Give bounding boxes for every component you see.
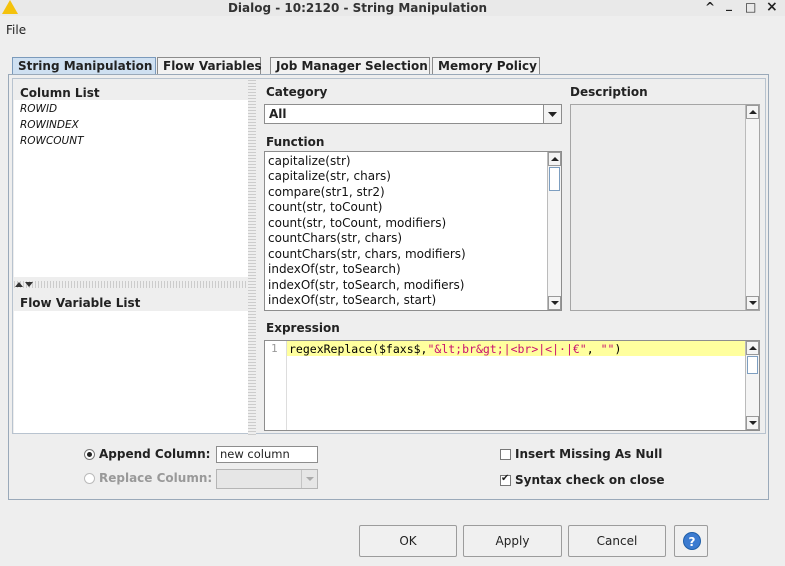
chevron-down-icon[interactable]	[301, 470, 317, 488]
syntax-check-checkbox[interactable]	[500, 473, 511, 486]
flow-variable-list-label: Flow Variable List	[20, 296, 141, 310]
function-scrollbar[interactable]	[547, 152, 561, 310]
vertical-splitter[interactable]	[248, 80, 256, 435]
list-item[interactable]: countChars(str, chars, modifiers)	[268, 247, 466, 261]
scroll-thumb[interactable]	[549, 167, 560, 191]
append-column-radio[interactable]	[84, 449, 95, 460]
tab-flow-variables[interactable]: Flow Variables	[157, 57, 262, 75]
function-label: Function	[266, 135, 325, 149]
append-column-input[interactable]: new column	[216, 446, 318, 463]
scroll-down-icon[interactable]	[548, 296, 561, 310]
scroll-up-icon[interactable]	[746, 105, 759, 119]
line-gutter: 1	[265, 341, 287, 430]
column-list[interactable]: ROWID ROWINDEX ROWCOUNT	[14, 100, 248, 277]
cancel-button[interactable]: Cancel	[568, 525, 666, 557]
shade-icon[interactable]: ^	[705, 0, 715, 15]
list-item[interactable]: capitalize(str)	[268, 154, 351, 168]
category-value: All	[269, 107, 287, 121]
syntax-check-label: Syntax check on close	[515, 473, 665, 487]
apply-button[interactable]: Apply	[463, 525, 562, 557]
list-item[interactable]: ROWID	[20, 103, 57, 115]
description-box	[570, 104, 760, 311]
list-item[interactable]: capitalize(str, chars)	[268, 169, 391, 183]
tab-string-manipulation[interactable]: String Manipulation	[12, 57, 156, 75]
function-list[interactable]: capitalize(str) capitalize(str, chars) c…	[264, 151, 562, 311]
list-item[interactable]: indexOf(str, toSearch, start)	[268, 293, 436, 307]
code-prefix: regexReplace($faxs$,	[289, 342, 428, 356]
expression-scrollbar[interactable]	[745, 341, 759, 430]
list-item[interactable]: ROWINDEX	[20, 119, 79, 131]
expression-label: Expression	[266, 321, 340, 335]
code-suffix: )	[614, 342, 622, 356]
replace-column-select[interactable]	[216, 469, 318, 489]
chevron-down-icon[interactable]	[543, 105, 561, 123]
ok-button[interactable]: OK	[359, 525, 457, 557]
expression-editor[interactable]: 1 regexReplace($faxs$,"&lt;br&gt;|<br>|<…	[264, 340, 760, 431]
code-string-pattern: "&lt;br&gt;|<br>|<|·|€"	[427, 342, 587, 356]
list-item[interactable]: count(str, toCount)	[268, 200, 382, 214]
list-item[interactable]: countChars(str, chars)	[268, 231, 402, 245]
help-button[interactable]: ?	[674, 525, 708, 557]
scroll-down-icon[interactable]	[746, 416, 759, 430]
scroll-thumb[interactable]	[747, 356, 758, 374]
window-title: Dialog - 10:2120 - String Manipulation	[227, 1, 488, 15]
line-number: 1	[271, 342, 278, 355]
list-item[interactable]: count(str, toCount, modifiers)	[268, 216, 446, 230]
code-string-replacement: ""	[600, 342, 615, 356]
flow-variable-list[interactable]	[14, 311, 248, 433]
horizontal-splitter[interactable]	[14, 281, 250, 288]
code-separator: ,	[586, 342, 601, 356]
scroll-up-icon[interactable]	[746, 341, 759, 355]
insert-missing-label: Insert Missing As Null	[515, 447, 663, 461]
list-item[interactable]: ROWCOUNT	[20, 135, 84, 147]
menu-bar: File	[0, 20, 785, 40]
column-list-label: Column List	[20, 86, 100, 100]
maximize-icon[interactable]: □	[745, 0, 756, 15]
replace-column-radio[interactable]	[84, 473, 95, 484]
tab-memory-policy[interactable]: Memory Policy	[432, 57, 540, 75]
minimize-icon[interactable]: _	[726, 0, 732, 12]
dialog-window: Dialog - 10:2120 - String Manipulation ^…	[0, 0, 785, 566]
description-scrollbar[interactable]	[745, 105, 759, 310]
expression-code[interactable]: regexReplace($faxs$,"&lt;br&gt;|<br>|<|·…	[289, 342, 621, 356]
scroll-up-icon[interactable]	[548, 152, 561, 166]
append-column-label: Append Column:	[99, 447, 211, 461]
replace-column-label: Replace Column:	[99, 471, 213, 485]
splitter-arrows-icon[interactable]	[14, 281, 34, 289]
list-item[interactable]: compare(str1, str2)	[268, 185, 385, 199]
help-icon: ?	[683, 532, 701, 550]
menu-file[interactable]: File	[6, 23, 26, 37]
tab-job-manager-selection[interactable]: Job Manager Selection	[270, 57, 430, 75]
list-item[interactable]: indexOf(str, toSearch)	[268, 262, 401, 276]
list-item[interactable]: indexOf(str, toSearch, modifiers)	[268, 278, 464, 292]
category-select[interactable]: All	[264, 104, 562, 124]
description-label: Description	[570, 85, 648, 99]
scroll-down-icon[interactable]	[746, 296, 759, 310]
category-label: Category	[266, 85, 328, 99]
insert-missing-checkbox[interactable]	[500, 449, 511, 460]
close-icon[interactable]: ×	[766, 0, 778, 15]
title-bar: Dialog - 10:2120 - String Manipulation ^…	[0, 0, 785, 16]
